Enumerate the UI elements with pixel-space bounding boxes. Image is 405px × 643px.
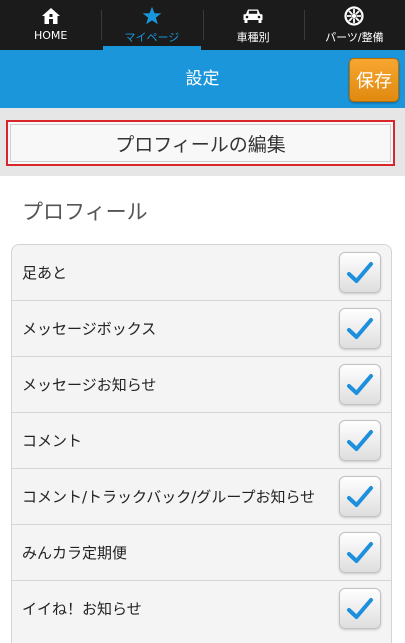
checkbox-comment[interactable] — [339, 420, 381, 461]
top-nav: HOME マイページ 車種別 パーツ/整備 — [0, 0, 405, 50]
list-item-comment[interactable]: コメント — [12, 413, 391, 469]
list-item-label: 足あと — [22, 264, 68, 282]
list-item-label: メッセージお知らせ — [22, 376, 157, 394]
edit-profile-band: プロフィールの編集 — [0, 108, 405, 176]
list-item-minkara-regular[interactable]: みんカラ定期便 — [12, 525, 391, 581]
checkbox-footprints[interactable] — [339, 252, 381, 293]
star-icon — [142, 4, 162, 28]
edit-profile-button[interactable]: プロフィールの編集 — [6, 120, 395, 166]
list-item-footprints[interactable]: 足あと — [12, 245, 391, 301]
save-button[interactable]: 保存 — [349, 58, 399, 102]
list-item-label: メッセージボックス — [22, 320, 157, 338]
list-item-message-notice[interactable]: メッセージお知らせ — [12, 357, 391, 413]
notification-settings-list: 足あと メッセージボックス メッセージお知らせ コメント コメント/トラックバッ… — [11, 244, 392, 643]
nav-item-label: 車種別 — [236, 31, 270, 44]
list-item-label: コメント/トラックバック/グループお知らせ — [22, 488, 316, 506]
page-title: 設定 — [185, 69, 220, 89]
nav-item-parts[interactable]: パーツ/整備 — [303, 0, 405, 50]
checkmark-icon — [347, 373, 373, 395]
list-item-label: コメント — [22, 432, 83, 450]
checkmark-icon — [347, 317, 373, 339]
list-item-label: イイね！お知らせ — [22, 600, 142, 618]
wheel-icon — [344, 4, 364, 28]
list-item-like-notice[interactable]: イイね！お知らせ — [12, 581, 391, 640]
nav-item-car-model[interactable]: 車種別 — [202, 0, 304, 50]
checkbox-like-notice[interactable] — [339, 588, 381, 629]
section-title-profile: プロフィール — [22, 200, 148, 224]
checkbox-comment-trackback-group[interactable] — [339, 476, 381, 517]
checkmark-icon — [347, 541, 373, 563]
nav-item-label: マイページ — [124, 31, 180, 44]
checkmark-icon — [347, 429, 373, 451]
edit-profile-button-frame — [10, 124, 391, 162]
car-icon — [242, 4, 264, 28]
nav-item-home[interactable]: HOME — [0, 0, 101, 50]
checkbox-message-box[interactable] — [339, 308, 381, 349]
list-item-comment-trackback-group[interactable]: コメント/トラックバック/グループお知らせ — [12, 469, 391, 525]
checkbox-message-notice[interactable] — [339, 364, 381, 405]
nav-item-label: パーツ/整備 — [325, 31, 384, 44]
list-item-label: みんカラ定期便 — [22, 544, 128, 562]
settings-header: 設定 保存 — [0, 50, 405, 108]
checkmark-icon — [347, 485, 373, 507]
checkmark-icon — [347, 597, 373, 619]
nav-item-mypage[interactable]: マイページ — [101, 0, 202, 50]
home-icon — [41, 4, 61, 28]
nav-item-label: HOME — [33, 29, 68, 42]
checkbox-minkara-regular[interactable] — [339, 532, 381, 573]
list-item-message-box[interactable]: メッセージボックス — [12, 301, 391, 357]
checkmark-icon — [347, 261, 373, 283]
